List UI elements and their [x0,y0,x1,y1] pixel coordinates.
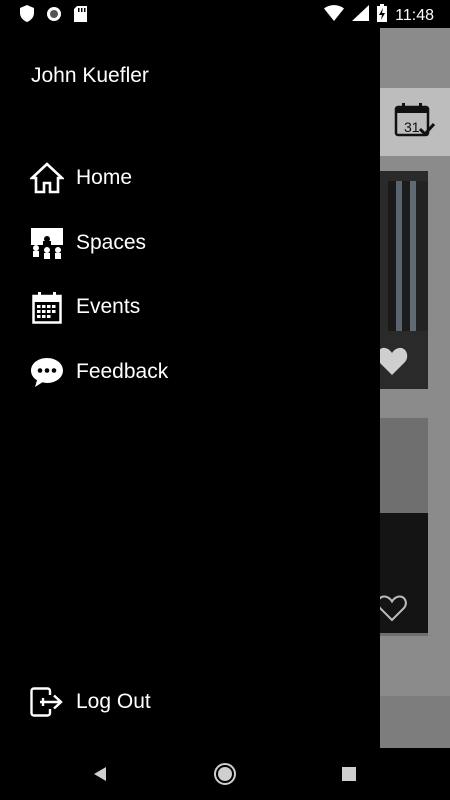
recents-square-icon [342,767,356,781]
logout-label: Log Out [76,690,151,713]
drawer-item-spaces[interactable]: Spaces [0,211,380,276]
back-triangle-icon [94,767,106,781]
spaces-icon [30,226,64,260]
system-nav-bar [0,748,450,800]
drawer-item-home[interactable]: Home [0,146,380,211]
back-button[interactable] [88,761,114,787]
drawer-item-label: Feedback [76,359,169,383]
drawer-item-label: Events [76,295,141,319]
background-app-content: 31 [380,28,450,748]
drawer-menu: Home Spaces Events Feedback [0,146,380,404]
heart-outline-icon [380,593,408,628]
background-footer [380,696,450,748]
logout-icon [30,685,64,719]
chat-bubble-icon [30,355,64,389]
drawer-item-label: Spaces [76,230,147,254]
space-card [380,171,428,389]
user-name: John Kuefler [31,64,149,87]
space-card [380,418,428,636]
background-toolbar: 31 [380,88,450,156]
home-icon [30,161,64,195]
sync-circle-icon [46,6,62,27]
home-circle-icon [214,763,236,785]
drawer-item-feedback[interactable]: Feedback [0,340,380,405]
sd-card-icon [74,5,87,27]
shield-icon [20,5,34,27]
heart-filled-icon [380,346,408,381]
calendar-icon [30,290,64,324]
navigation-drawer: John Kuefler Home Spaces Events Feedback… [0,28,380,748]
status-bar: 11:48 [0,0,450,28]
recents-button[interactable] [336,761,362,787]
home-button[interactable] [212,761,238,787]
logout-button[interactable]: Log Out [0,676,380,728]
drawer-item-label: Home [76,166,133,190]
status-time: 11:48 [395,6,434,24]
wifi-icon [324,5,345,26]
drawer-item-events[interactable]: Events [0,275,380,340]
calendar-day-number: 31 [404,119,420,135]
cell-signal-icon [352,5,370,26]
battery-charging-icon [377,4,388,27]
